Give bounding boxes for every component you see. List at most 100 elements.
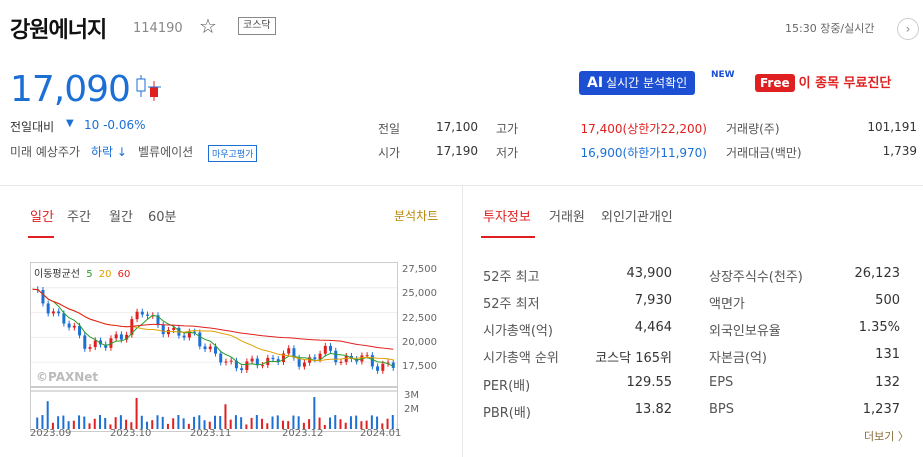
candle — [370, 355, 374, 367]
candle — [271, 357, 275, 360]
candle — [172, 327, 176, 330]
candle — [334, 350, 338, 363]
ai-analysis-button[interactable]: AI 실시간 분석확인 — [579, 71, 696, 95]
tab-60min[interactable]: 60분 — [148, 206, 177, 225]
volume-bar — [62, 415, 65, 429]
volume-bar — [161, 416, 164, 429]
volume-bar — [104, 417, 107, 429]
x-tick: 2023.09 — [30, 428, 72, 439]
volume-bar — [41, 415, 44, 429]
volume-bar — [292, 415, 295, 429]
volume-bar — [83, 416, 86, 429]
volume-bar — [391, 415, 394, 429]
tab-weekly[interactable]: 주간 — [67, 206, 91, 225]
volume-bar — [240, 417, 243, 429]
valuation-badge[interactable]: 마우고평가 — [208, 145, 258, 162]
stat-value-low: 16,900(하한가11,970) — [580, 146, 707, 160]
volume-bar — [224, 404, 227, 429]
tab-active-underline — [28, 236, 54, 238]
candle — [198, 332, 202, 347]
candle — [381, 363, 385, 371]
info-value-market-cap: 4,464 — [634, 320, 672, 335]
volume-bar — [72, 420, 75, 429]
x-tick: 2023.10 — [110, 428, 152, 439]
candle — [93, 340, 97, 348]
candle — [41, 289, 45, 304]
change-label: 전일대비 — [10, 120, 55, 134]
stock-code: 114190 — [133, 21, 183, 36]
volume-bar — [266, 423, 269, 429]
x-tick: 2023.12 — [282, 428, 324, 439]
stat-label-volume: 거래량(주) — [726, 122, 780, 136]
volume-bar — [151, 420, 154, 429]
candle — [344, 355, 348, 362]
volume-bar — [88, 423, 91, 429]
candle — [287, 348, 291, 354]
volume-bar — [250, 417, 253, 429]
volume-bar — [245, 424, 248, 429]
prediction-value[interactable]: 하락 ↓ — [91, 143, 127, 160]
info-label-52w-low: 52주 최저 — [483, 297, 540, 312]
candle — [83, 335, 87, 349]
tab-investment-info[interactable]: 투자정보 — [483, 206, 531, 225]
candle — [67, 323, 71, 328]
tab-monthly[interactable]: 월간 — [109, 206, 133, 225]
info-value-shares: 26,123 — [854, 266, 901, 281]
chevron-right-icon[interactable]: › — [897, 18, 919, 40]
stat-label-amount: 거래대금(백만) — [726, 146, 802, 160]
tab-daily[interactable]: 일간 — [30, 206, 54, 225]
candle — [376, 366, 380, 371]
tab-brokers[interactable]: 거래원 — [549, 206, 585, 225]
info-value-foreign-ratio: 1.35% — [858, 320, 900, 335]
volume-bar — [329, 417, 332, 429]
stat-label-high: 고가 — [496, 122, 519, 136]
more-link[interactable]: 더보기 〉 — [864, 428, 909, 444]
stat-label-low: 저가 — [496, 146, 519, 160]
volume-bar — [334, 415, 337, 429]
stat-value-high: 17,400(상한가22,200) — [580, 122, 707, 136]
x-tick: 2023.11 — [190, 428, 232, 439]
volume-tick: 3M — [404, 390, 419, 401]
volume-bar — [255, 415, 258, 429]
volume-bar — [93, 418, 96, 429]
market-badge: 코스닥 — [238, 17, 276, 35]
valuation-label: 벨류에이션 — [138, 145, 194, 159]
candle — [140, 311, 144, 315]
analysis-chart-link[interactable]: 분석차트 — [394, 207, 438, 224]
candlestick-chart — [31, 263, 397, 429]
info-label-bps: BPS — [709, 402, 735, 417]
volume-bar — [313, 397, 316, 429]
volume-bar — [135, 397, 138, 429]
info-value-capital: 131 — [875, 347, 900, 362]
candle — [62, 313, 66, 324]
candle — [46, 303, 50, 314]
price-change: 10 -0.06% — [84, 118, 146, 132]
candle — [203, 346, 207, 350]
favorite-star-icon[interactable]: ☆ — [199, 14, 217, 38]
volume-bar — [344, 422, 347, 429]
tab-foreign-institution[interactable]: 외인기관개인 — [601, 206, 673, 225]
candle — [146, 314, 150, 316]
volume-bar — [119, 415, 122, 429]
info-tab-underline — [481, 236, 535, 238]
info-value-52w-low: 7,930 — [634, 293, 672, 308]
stat-value-volume: 101,191 — [867, 120, 917, 134]
candle — [135, 311, 139, 320]
candle — [161, 325, 165, 335]
new-badge: NEW — [711, 70, 735, 80]
candle — [250, 358, 254, 362]
volume-tick: 2M — [404, 404, 419, 415]
candle — [114, 334, 118, 339]
price-chart[interactable] — [30, 262, 398, 432]
stat-label-open: 시가 — [378, 146, 401, 160]
volume-bar — [234, 415, 237, 429]
candle — [214, 346, 217, 354]
ma-legend: 이동평균선 5 20 60 — [34, 269, 131, 280]
volume-bar — [261, 418, 264, 429]
candle — [166, 329, 170, 335]
volume-bar — [46, 401, 49, 429]
info-label-eps: EPS — [709, 375, 734, 390]
volume-bar — [355, 415, 358, 429]
free-diagnosis-button[interactable]: Free 이 종목 무료진단 — [755, 71, 891, 96]
realtime-status: 15:30 장중/실시간 — [785, 22, 875, 35]
